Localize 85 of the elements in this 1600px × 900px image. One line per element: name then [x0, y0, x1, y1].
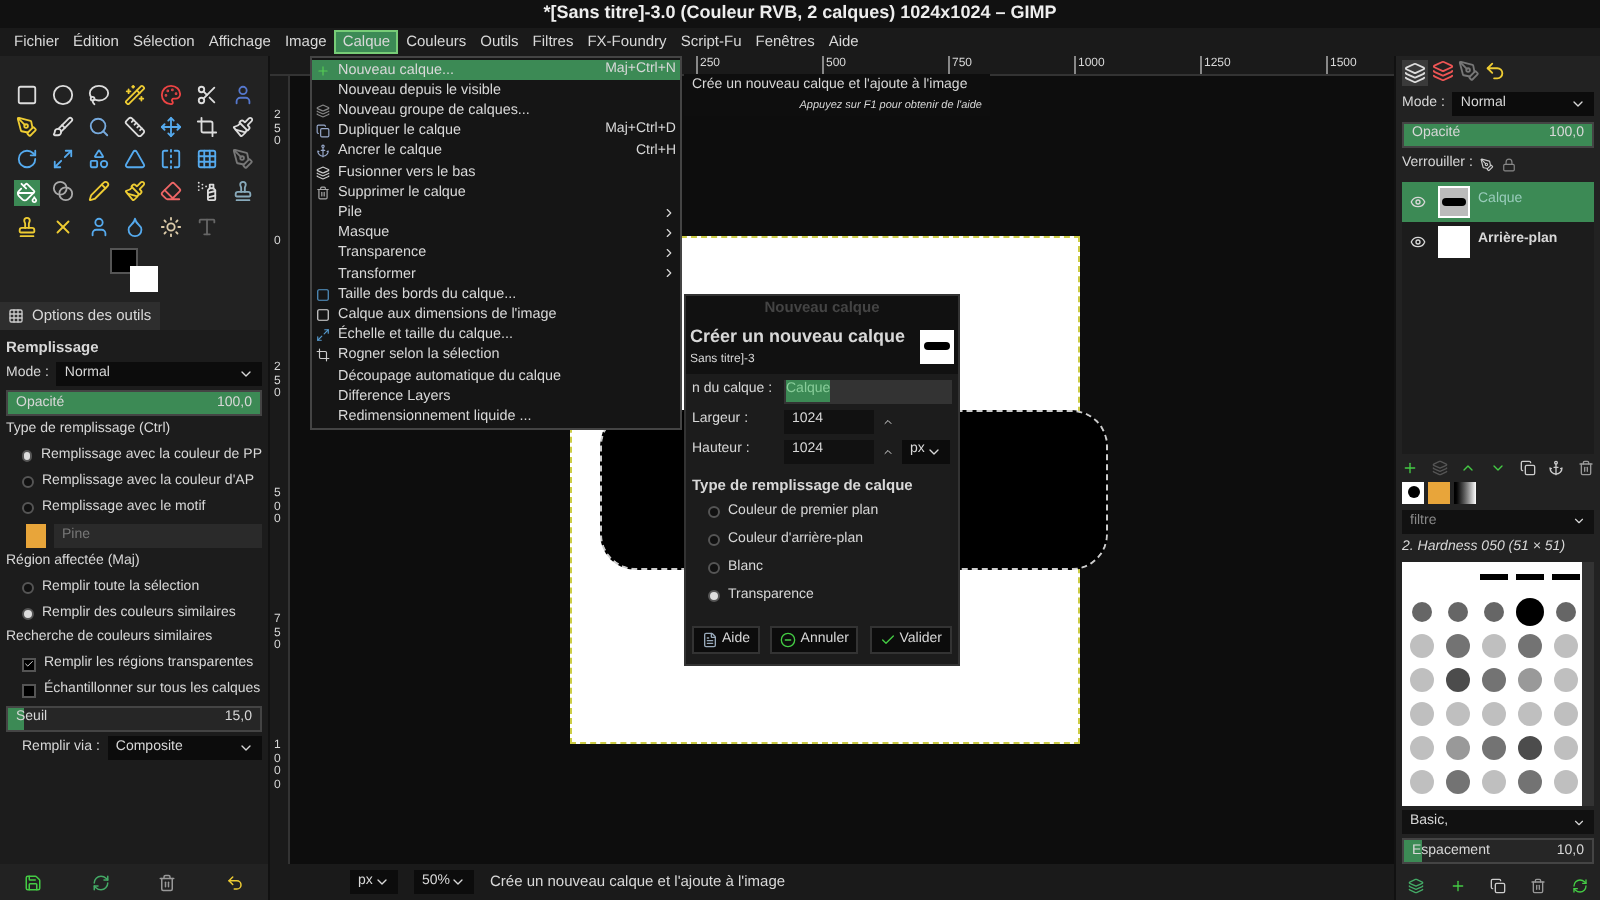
reset-icon[interactable] [225, 873, 244, 891]
chevron-down-icon [450, 874, 466, 890]
radio-button[interactable] [708, 590, 720, 603]
chevron-down-icon [1572, 815, 1586, 830]
brush-icon[interactable] [51, 116, 73, 138]
person-icon[interactable] [87, 216, 109, 238]
new-brush-icon[interactable] [1449, 877, 1466, 894]
layers-icon[interactable] [1408, 877, 1425, 894]
duplicate-icon[interactable] [1489, 877, 1506, 894]
check-icon [879, 631, 896, 648]
chevron-down-icon [1572, 514, 1586, 529]
palette-icon[interactable] [159, 84, 181, 106]
pattern-tab[interactable] [1428, 481, 1450, 504]
refresh-icon[interactable] [1571, 877, 1588, 894]
triangle-icon[interactable] [123, 148, 145, 170]
save-icon[interactable] [24, 873, 43, 891]
grid-icon[interactable] [195, 148, 217, 170]
pen-icon[interactable] [15, 116, 37, 138]
zoom-icon[interactable] [87, 116, 109, 138]
lasso-icon[interactable] [87, 84, 109, 106]
move-icon[interactable] [159, 116, 181, 138]
paintbrush-icon[interactable] [123, 180, 145, 202]
dialog-heading: Créer un nouveau calque [690, 324, 906, 350]
chevron-down-icon [374, 874, 390, 890]
stamp-icon[interactable] [231, 180, 253, 202]
delete-icon[interactable] [158, 873, 177, 891]
shapes-icon[interactable] [87, 148, 109, 170]
radio-button[interactable] [22, 607, 34, 620]
channels-icon[interactable] [1432, 60, 1454, 82]
paths-icon[interactable] [1458, 60, 1480, 82]
blend-icon[interactable] [51, 180, 73, 202]
grid-icon[interactable] [8, 308, 24, 324]
alpha-lock-icon[interactable] [1502, 157, 1517, 172]
paintbrush-icon[interactable] [231, 116, 253, 138]
chevron-down-icon [1570, 96, 1586, 112]
radio-button[interactable] [22, 581, 34, 594]
person-icon[interactable] [231, 84, 253, 106]
stamp-icon[interactable] [15, 216, 37, 238]
spinner-icon[interactable] [882, 415, 894, 427]
pattern-swatch[interactable] [26, 523, 46, 548]
ruler-icon[interactable] [123, 116, 145, 138]
eye-icon[interactable] [1410, 233, 1426, 249]
sun-icon[interactable] [159, 216, 181, 238]
radio-button[interactable] [22, 450, 33, 463]
scale-icon[interactable] [51, 148, 73, 170]
brush-grid-drawing[interactable] [1402, 562, 1583, 807]
radio-button[interactable] [22, 502, 34, 515]
radio-button[interactable] [708, 534, 720, 547]
new-layer-icon[interactable] [1402, 459, 1419, 476]
checkbox[interactable] [22, 683, 36, 698]
flip-icon[interactable] [159, 148, 181, 170]
brush-tab[interactable] [1402, 481, 1424, 504]
layer-preview [920, 329, 954, 364]
bucket-icon[interactable] [15, 182, 37, 204]
color-swatches[interactable] [110, 248, 158, 292]
wand-icon[interactable] [123, 84, 145, 106]
document-icon [702, 631, 718, 648]
checkbox[interactable] [22, 657, 36, 672]
anchor-icon[interactable] [1548, 459, 1565, 476]
radio-button[interactable] [22, 476, 34, 489]
radio-button[interactable] [708, 562, 720, 575]
text-icon[interactable] [195, 216, 217, 238]
duplicate-icon[interactable] [1519, 459, 1536, 476]
pencil-icon[interactable] [87, 180, 109, 202]
radio-button[interactable] [708, 506, 720, 519]
delete-icon[interactable] [1530, 877, 1547, 894]
ellipse-select-icon[interactable] [51, 84, 73, 106]
scissors-icon[interactable] [195, 84, 217, 106]
minus-icon [780, 631, 797, 648]
restore-icon[interactable] [91, 873, 110, 891]
eraser-icon[interactable] [159, 180, 181, 202]
layer-thumbnail [1438, 225, 1470, 257]
rotate-icon[interactable] [15, 148, 37, 170]
rectangle-select-icon[interactable] [15, 84, 37, 106]
window-title: *[Sans titre]-3.0 (Couleur RVB, 2 calques) 1024x1024 – GIMP [543, 0, 1057, 27]
gradient-tab[interactable] [1454, 481, 1476, 504]
layer-thumbnail [1438, 185, 1470, 217]
layers-icon[interactable] [1404, 62, 1426, 84]
undo-icon[interactable] [1484, 60, 1506, 82]
crop-icon[interactable] [195, 116, 217, 138]
drop-icon[interactable] [123, 216, 145, 238]
brush-lock-icon[interactable] [1480, 157, 1495, 172]
cross-icon[interactable] [51, 216, 73, 238]
spinner-icon[interactable] [882, 445, 894, 457]
delete-icon[interactable] [1577, 459, 1594, 476]
